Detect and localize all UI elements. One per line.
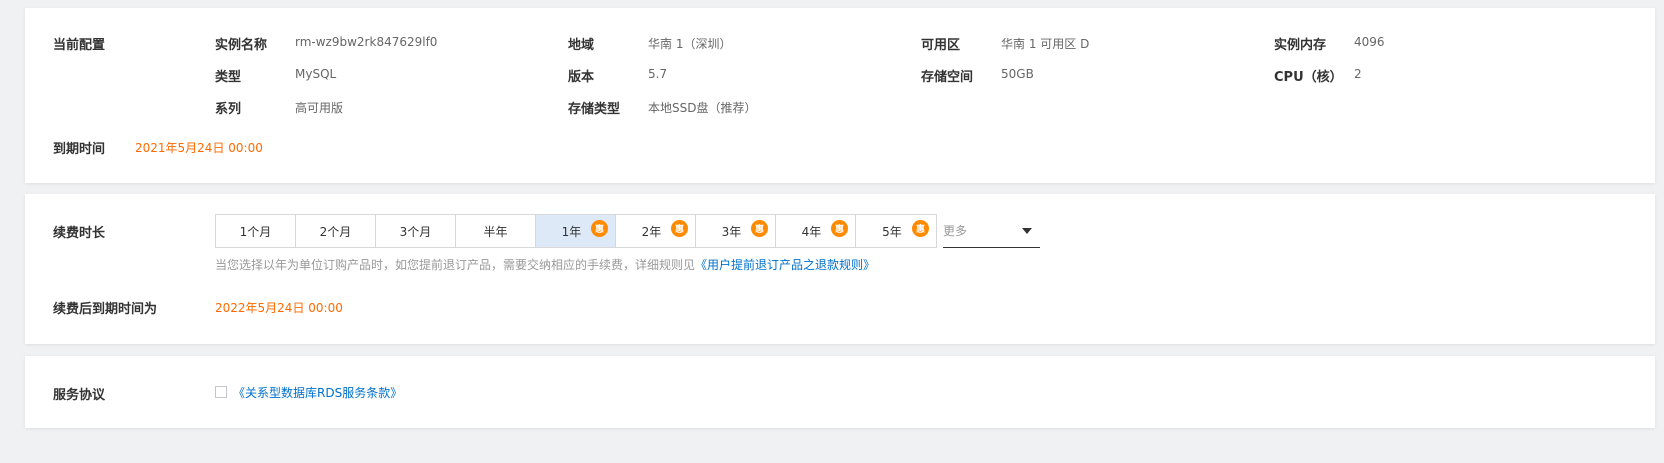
duration-option[interactable]: 5年惠 <box>856 215 936 247</box>
renewal-hint-text: 当您选择以年为单位订购产品时，如您提前退订产品，需要交纳相应的手续费，详细规则见 <box>215 258 696 272</box>
region-value: 华南 1（深圳） <box>648 37 732 51</box>
cpu-label: CPU（核） <box>1274 70 1343 85</box>
storage-value: 50GB <box>1001 67 1034 81</box>
zone-value: 华南 1 可用区 D <box>1001 37 1090 51</box>
zone-label: 可用区 <box>921 38 961 53</box>
agreement-link[interactable]: 《关系型数据库RDS服务条款》 <box>233 384 402 401</box>
agreement-card: 服务协议 《关系型数据库RDS服务条款》 <box>25 356 1655 428</box>
version-label: 版本 <box>568 70 595 85</box>
duration-option-group: 1个月 2个月 3个月 半年 1年惠 2年惠 3年惠 4年惠 5年惠 <box>215 214 937 248</box>
renewal-card: 续费时长 1个月 2个月 3个月 半年 1年惠 2年惠 3年惠 4年惠 5年惠 更多 当您选择以… <box>25 194 1655 344</box>
region-label: 地域 <box>568 38 595 53</box>
discount-badge: 惠 <box>591 220 608 237</box>
agreement-label: 服务协议 <box>53 388 106 403</box>
more-duration-placeholder: 更多 <box>943 224 968 238</box>
duration-option-label: 5年 <box>882 224 902 239</box>
type-label: 类型 <box>215 70 242 85</box>
duration-option[interactable]: 3年惠 <box>696 215 776 247</box>
duration-option-label: 3个月 <box>399 224 432 239</box>
duration-option-label: 4年 <box>801 224 822 239</box>
cpu-value: 2 <box>1354 67 1362 81</box>
storage-type-value: 本地SSD盘（推荐） <box>648 101 757 115</box>
expiry-value: 2021年5月24日 00:00 <box>135 141 263 155</box>
type-value: MySQL <box>295 67 337 81</box>
new-expiry-label: 续费后到期时间为 <box>53 302 158 317</box>
duration-option-label: 1个月 <box>239 224 272 239</box>
storage-label: 存储空间 <box>921 70 974 85</box>
duration-option[interactable]: 2个月 <box>296 215 376 247</box>
series-label: 系列 <box>215 102 242 117</box>
duration-option-label: 1年 <box>561 224 582 239</box>
agreement-checkbox[interactable] <box>215 386 227 398</box>
storage-type-label: 存储类型 <box>568 102 621 117</box>
discount-badge: 惠 <box>831 220 848 237</box>
discount-badge: 惠 <box>751 220 768 237</box>
duration-label: 续费时长 <box>53 226 106 241</box>
duration-option-label: 2年 <box>641 224 662 239</box>
renewal-hint: 当您选择以年为单位订购产品时，如您提前退订产品，需要交纳相应的手续费，详细规则见… <box>215 256 875 273</box>
duration-option[interactable]: 2年惠 <box>616 215 696 247</box>
discount-badge: 惠 <box>671 220 688 237</box>
current-config-title: 当前配置 <box>53 38 106 53</box>
more-duration-select[interactable]: 更多 <box>943 214 1040 248</box>
duration-option-label: 3年 <box>721 224 742 239</box>
new-expiry-value: 2022年5月24日 00:00 <box>215 301 343 315</box>
refund-rules-link[interactable]: 《用户提前退订产品之退款规则》 <box>695 258 875 272</box>
instance-name-label: 实例名称 <box>215 38 268 53</box>
duration-option[interactable]: 1年惠 <box>536 215 616 247</box>
duration-option-label: 半年 <box>483 224 508 239</box>
memory-value: 4096 <box>1354 35 1385 49</box>
duration-option[interactable]: 4年惠 <box>776 215 856 247</box>
duration-option[interactable]: 半年 <box>456 215 536 247</box>
instance-name-value: rm-wz9bw2rk847629lf0 <box>295 35 438 49</box>
caret-down-icon <box>1022 228 1032 234</box>
duration-option[interactable]: 1个月 <box>216 215 296 247</box>
series-value: 高可用版 <box>295 101 344 115</box>
duration-option[interactable]: 3个月 <box>376 215 456 247</box>
duration-option-label: 2个月 <box>319 224 352 239</box>
expiry-label: 到期时间 <box>53 142 106 157</box>
discount-badge: 惠 <box>912 220 929 237</box>
version-value: 5.7 <box>648 67 668 81</box>
current-config-card: 当前配置 实例名称 rm-wz9bw2rk847629lf0 类型 MySQL … <box>25 8 1655 183</box>
memory-label: 实例内存 <box>1274 38 1327 53</box>
